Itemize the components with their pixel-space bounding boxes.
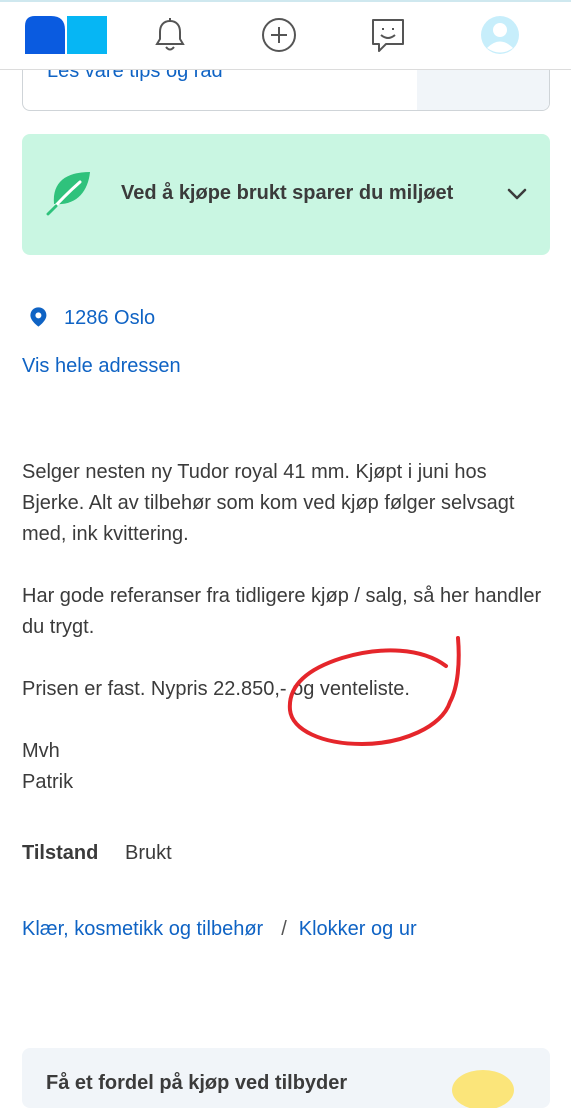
chevron-down-icon[interactable]: [506, 183, 528, 205]
add-circle-icon[interactable]: [259, 15, 299, 55]
profile-icon[interactable]: [480, 15, 520, 55]
breadcrumb-category[interactable]: Klær, kosmetikk og tilbehør: [22, 918, 263, 941]
condition-value: Brukt: [125, 842, 172, 864]
condition-label: Tilstand: [22, 842, 99, 864]
logo[interactable]: [25, 16, 107, 54]
promo-illustration: [452, 1070, 514, 1108]
chat-icon[interactable]: [368, 15, 408, 55]
location-text[interactable]: 1286 Oslo: [64, 307, 155, 330]
location-row[interactable]: 1286 Oslo: [28, 304, 155, 332]
promo-card[interactable]: Få et fordel på kjøp ved tilbyder: [22, 1048, 550, 1108]
breadcrumb-separator: /: [281, 918, 287, 940]
location-pin-icon: [30, 307, 47, 327]
eco-panel[interactable]: Ved å kjøpe brukt sparer du miljøet: [22, 134, 550, 255]
leaf-icon: [46, 172, 90, 216]
show-address-link[interactable]: Vis hele adressen: [22, 355, 181, 378]
description-signature: Mvh Patrik: [22, 740, 74, 793]
ad-description: Selger nesten ny Tudor royal 41 mm. Kjøp…: [22, 457, 552, 829]
eco-title: Ved å kjøpe brukt sparer du miljøet: [121, 182, 454, 204]
breadcrumb: Klær, kosmetikk og tilbehør / Klokker og…: [22, 918, 417, 941]
promo-card-text: Få et fordel på kjøp ved tilbyder: [46, 1072, 348, 1094]
breadcrumb-subcategory[interactable]: Klokker og ur: [299, 918, 417, 941]
description-paragraph: Har gode referanser fra tidligere kjøp /…: [22, 585, 542, 638]
top-navigation: [0, 0, 571, 70]
bell-icon[interactable]: [150, 15, 190, 55]
description-paragraph: Prisen er fast. Nypris 22.850,- og vente…: [22, 678, 410, 700]
description-paragraph: Selger nesten ny Tudor royal 41 mm. Kjøp…: [22, 461, 515, 545]
